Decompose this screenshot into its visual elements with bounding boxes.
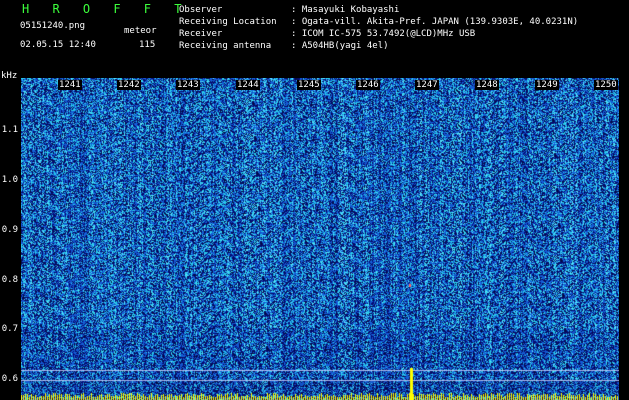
y-tick-label: 0.9 (1, 225, 18, 235)
y-tick-label: 1.0 (1, 175, 18, 185)
minute-label: 1246 (356, 80, 380, 90)
y-tick-label: 0.6 (1, 374, 18, 384)
minute-label: 1248 (475, 80, 499, 90)
receiver-value: : ICOM IC-575 53.7492(@LCD)MHz USB (291, 29, 476, 39)
minute-label: 1247 (415, 80, 439, 90)
filename: 05151240.png (20, 21, 86, 31)
y-tick-label: 1.1 (1, 125, 18, 135)
receiver-label: Receiver (179, 29, 223, 39)
spectrogram-canvas (21, 78, 619, 400)
antenna-label: Receiving antenna (179, 41, 272, 51)
meteor-label: meteor (124, 26, 157, 36)
minute-label: 1244 (236, 80, 260, 90)
minute-label: 1241 (58, 80, 82, 90)
observer-label: Observer (179, 5, 223, 15)
app-title: H R O F F T (22, 2, 190, 16)
y-tick-label: 0.8 (1, 275, 18, 285)
observer-value: : Masayuki Kobayashi (291, 5, 400, 15)
minute-label: 1249 (535, 80, 559, 90)
minute-label: 1250 (594, 80, 618, 90)
location-label: Receiving Location (179, 17, 277, 27)
meteor-count: 115 (139, 40, 156, 50)
minute-label: 1243 (176, 80, 200, 90)
location-value: : Ogata-vill. Akita-Pref. JAPAN (139.930… (291, 17, 579, 27)
antenna-value: : A504HB(yagi 4el) (291, 41, 389, 51)
minute-label: 1245 (297, 80, 321, 90)
date-time: 02.05.15 12:40 (20, 40, 96, 50)
y-tick-label: 0.7 (1, 324, 18, 334)
y-axis: 1.1 1.0 0.9 0.8 0.7 0.6 (0, 0, 20, 400)
minute-label: 1242 (117, 80, 141, 90)
